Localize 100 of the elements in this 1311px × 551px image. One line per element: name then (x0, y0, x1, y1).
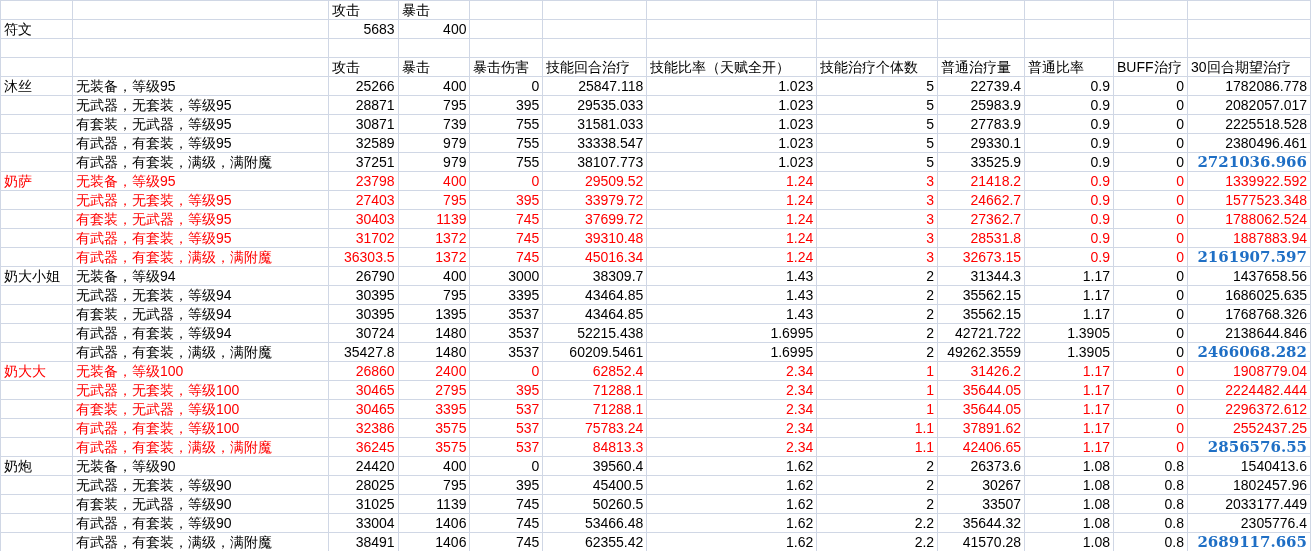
table-cell: 400 (443, 458, 467, 474)
table-cell: 537 (516, 420, 540, 436)
table-cell: 5 (926, 154, 935, 170)
group-name: 奶大小姐 (4, 268, 60, 284)
table-cell: 5 (926, 97, 935, 113)
table-cell: 1480 (435, 344, 467, 360)
table-cell: 1437658.56 (1233, 268, 1307, 284)
table-cell: 0.9 (1090, 116, 1110, 132)
table-cell: 0 (1176, 401, 1184, 417)
table-cell: 49262.3559 (947, 344, 1022, 360)
table-cell: 3 (926, 230, 935, 246)
table-cell: 60209.5461 (569, 344, 644, 360)
table-cell: 27783.9 (970, 116, 1022, 132)
table-cell: 30403 (355, 211, 395, 227)
table-cell: 23798 (355, 173, 395, 189)
table-cell: 42406.65 (962, 439, 1022, 455)
table-cell: 31702 (355, 230, 395, 246)
table-cell: 0 (1176, 97, 1184, 113)
row-label: 有套装，无武器，等级95 (75, 211, 232, 227)
column-header: 普通治疗量 (941, 59, 1012, 75)
table-cell: 1.17 (1082, 420, 1110, 436)
table-cell: 42721.722 (954, 325, 1022, 341)
table-cell: 395 (516, 477, 540, 493)
table-cell: 3000 (508, 268, 540, 284)
table-cell: 755 (516, 154, 540, 170)
table-cell: 62355.42 (584, 534, 644, 550)
table-cell: 30395 (355, 287, 395, 303)
table-cell: 0 (1176, 249, 1184, 265)
table-cell: 39560.4 (592, 458, 644, 474)
table-cell: 0 (1176, 230, 1184, 246)
table-cell: 2033177.449 (1225, 496, 1307, 512)
row-label: 无装备，等级95 (75, 78, 176, 94)
row-label: 无装备，等级95 (75, 173, 176, 189)
table-cell: 35644.05 (962, 401, 1022, 417)
table-cell: 1.17 (1082, 439, 1110, 455)
table-cell: 3537 (508, 344, 540, 360)
table-cell: 1.62 (785, 477, 814, 493)
table-cell: 745 (516, 515, 540, 531)
table-cell: 37891.62 (962, 420, 1022, 436)
table-cell: 28025 (355, 477, 395, 493)
table-cell: 1.023 (778, 78, 814, 94)
table-cell: 1.17 (1082, 287, 1110, 303)
table-cell: 2082057.017 (1225, 97, 1307, 113)
row-label: 有武器，有套装，等级100 (75, 420, 240, 436)
table-cell: 29330.1 (970, 135, 1022, 151)
table-cell: 0 (1176, 173, 1184, 189)
table-cell: 1.1 (914, 420, 935, 436)
table-cell: 43464.85 (584, 287, 644, 303)
table-cell: 71288.1 (592, 382, 644, 398)
table-cell: 32386 (355, 420, 395, 436)
table-cell: 24420 (355, 458, 395, 474)
table-cell: 0.8 (1164, 477, 1184, 493)
table-cell: 1.6995 (770, 344, 814, 360)
table-cell: 35644.32 (962, 515, 1022, 531)
row-label: 无装备，等级100 (75, 363, 184, 379)
column-header: 攻击 (331, 2, 360, 18)
table-cell: 0 (1176, 268, 1184, 284)
table-cell: 1.3905 (1067, 325, 1110, 341)
table-cell: 1.023 (778, 97, 814, 113)
table-cell: 1.62 (785, 458, 814, 474)
table-cell: 2.34 (785, 363, 814, 379)
table-cell: 0 (1176, 382, 1184, 398)
table-cell: 0 (1176, 363, 1184, 379)
row-label: 无武器，无套装，等级95 (75, 97, 232, 113)
table-cell: 3 (926, 249, 935, 265)
row-label: 有武器，有套装，等级94 (75, 325, 232, 341)
column-header: BUFF治疗 (1117, 59, 1182, 75)
table-cell: 1.62 (785, 496, 814, 512)
table-cell: 745 (516, 230, 540, 246)
table-cell: 1.3905 (1067, 344, 1110, 360)
table-cell: 0 (1176, 344, 1184, 360)
table-cell: 5 (926, 135, 935, 151)
table-cell: 35562.15 (962, 287, 1022, 303)
table-cell: 45400.5 (592, 477, 644, 493)
table-cell: 1.24 (785, 211, 814, 227)
table-cell: 43464.85 (584, 306, 644, 322)
table-cell: 1.08 (1082, 496, 1110, 512)
table-cell: 537 (516, 439, 540, 455)
group-name: 奶萨 (4, 173, 32, 189)
table-cell: 52215.438 (577, 325, 644, 341)
table-cell: 1.43 (785, 306, 814, 322)
table-cell: 33979.72 (584, 192, 644, 208)
table-cell: 0.9 (1090, 230, 1110, 246)
table-cell: 0 (1176, 306, 1184, 322)
table-cell: 35562.15 (962, 306, 1022, 322)
table-cell: 1.023 (778, 154, 814, 170)
table-cell: 29535.033 (577, 97, 644, 113)
row-label: 有武器，有套装，满级，满附魔 (75, 249, 272, 265)
table-cell: 1 (926, 382, 935, 398)
table-cell: 50260.5 (592, 496, 644, 512)
table-cell: 2305776.4 (1240, 515, 1307, 531)
table-cell: 1372 (435, 249, 467, 265)
table-cell: 755 (516, 135, 540, 151)
table-cell: 31025 (355, 496, 395, 512)
row-label: 有武器，有套装，满级，满附魔 (75, 344, 272, 360)
table-cell: 0 (531, 173, 540, 189)
table-cell: 29509.52 (584, 173, 644, 189)
table-cell: 2466068.282 (1197, 343, 1307, 361)
table-cell: 2 (926, 306, 935, 322)
table-cell: 795 (443, 477, 467, 493)
